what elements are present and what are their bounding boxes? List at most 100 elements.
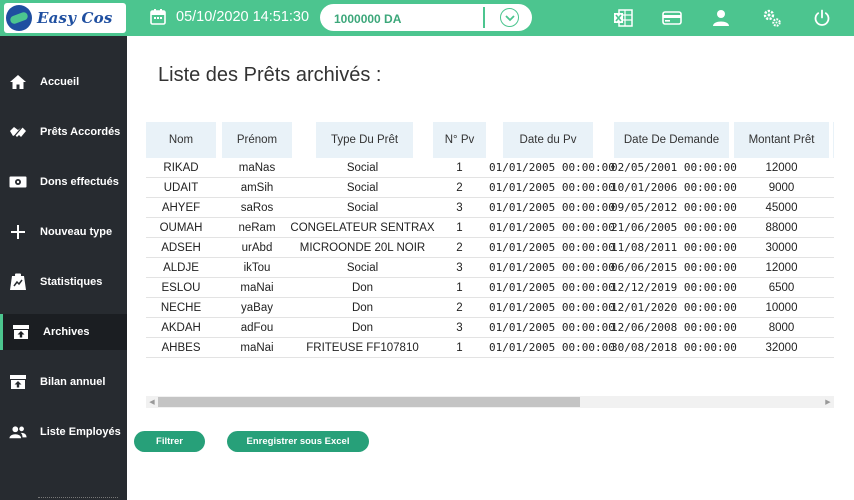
table-row[interactable]: ESLOU maNai Don 1 01/01/2005 00:00:00 12/12/2… bbox=[146, 278, 834, 298]
table-cell-datepv: 01/01/2005 00:00:00 bbox=[489, 161, 615, 174]
table-cell-datepv: 01/01/2005 00:00:00 bbox=[489, 221, 615, 234]
plus-icon bbox=[9, 223, 27, 241]
sidebar-item-label: Liste Employés bbox=[40, 426, 121, 438]
sidebar-item-statistiques[interactable]: Statistiques bbox=[0, 264, 127, 300]
table-cell-montant: 88000 bbox=[765, 222, 798, 234]
table-row[interactable]: OUMAH neRam CONGELATEUR SENTRAX 1 01/01/2005… bbox=[146, 218, 834, 238]
card-icon[interactable] bbox=[662, 8, 682, 28]
app-window: Easy Cos 05/10/2020 14:51:30 1000000 DA bbox=[0, 0, 854, 500]
column-header-date-pv[interactable]: Date du Pv bbox=[503, 122, 593, 158]
filter-button[interactable]: Filtrer bbox=[134, 431, 205, 452]
table-cell-nom: AHBES bbox=[161, 342, 201, 354]
table-row[interactable]: RIKAD maNas Social 1 01/01/2005 00:00:00 02/0… bbox=[146, 158, 834, 178]
table-cell-datepv: 01/01/2005 00:00:00 bbox=[489, 201, 615, 214]
table-cell-datedem: 12/06/2008 00:00:00 bbox=[611, 321, 737, 334]
table-cell-type: Don bbox=[351, 302, 374, 314]
table-cell-datedem: 21/06/2005 00:00:00 bbox=[611, 221, 737, 234]
chart-icon bbox=[9, 273, 27, 291]
current-datetime: 05/10/2020 14:51:30 bbox=[176, 9, 310, 25]
table-cell-datepv: 01/01/2005 00:00:00 bbox=[489, 321, 615, 334]
table-cell-nom: NECHE bbox=[160, 302, 202, 314]
column-header-date-demande[interactable]: Date De Demande bbox=[614, 122, 729, 158]
export-excel-button[interactable]: Enregistrer sous Excel bbox=[227, 431, 369, 452]
table-row[interactable]: ALDJE ikTou Social 3 01/01/2005 00:00:00 06/0… bbox=[146, 258, 834, 278]
table-row[interactable]: AHYEF saRos Social 3 01/01/2005 00:00:00 09/0… bbox=[146, 198, 834, 218]
table-cell-npv: 1 bbox=[456, 282, 463, 294]
horizontal-scrollbar[interactable]: ◀ ▶ bbox=[146, 396, 834, 408]
sidebar-item-bilan-annuel[interactable]: Bilan annuel bbox=[0, 364, 127, 400]
table-cell-montant: 9000 bbox=[768, 182, 795, 194]
table-row[interactable]: AHBES maNai FRITEUSE FF107810 1 01/01/2005 0… bbox=[146, 338, 834, 358]
sidebar-item-label: Dons effectués bbox=[40, 176, 119, 188]
sidebar-item-dons-effectues[interactable]: Dons effectués bbox=[0, 164, 127, 200]
money-icon bbox=[9, 173, 27, 191]
sidebar-item-label: Nouveau type bbox=[40, 226, 113, 238]
table-cell-type: Social bbox=[346, 182, 379, 194]
table-row[interactable]: ADSEH urAbd MICROONDE 20L NOIR 2 01/01/2005 … bbox=[146, 238, 834, 258]
table-cell-montant: 10000 bbox=[765, 302, 798, 314]
table-cell-type: FRITEUSE FF107810 bbox=[306, 342, 419, 354]
column-header-prenom[interactable]: Prénom bbox=[222, 122, 292, 158]
top-bar: Easy Cos 05/10/2020 14:51:30 1000000 DA bbox=[0, 0, 854, 36]
excel-icon[interactable] bbox=[613, 8, 633, 28]
column-header-npv[interactable]: N° Pv bbox=[433, 122, 486, 158]
home-icon bbox=[9, 73, 27, 91]
brand-logo[interactable]: Easy Cos bbox=[4, 3, 126, 33]
table-cell-montant: 6500 bbox=[768, 282, 795, 294]
settings-icon[interactable] bbox=[762, 8, 782, 28]
table-cell-datepv: 01/01/2005 00:00:00 bbox=[489, 281, 615, 294]
table-cell-montant: 12000 bbox=[765, 262, 798, 274]
table-cell-datedem: 06/06/2015 00:00:00 bbox=[611, 261, 737, 274]
table-cell-type: Social bbox=[346, 202, 379, 214]
table-cell-datepv: 01/01/2005 00:00:00 bbox=[489, 241, 615, 254]
sidebar-item-nouveau-type[interactable]: Nouveau type bbox=[0, 214, 127, 250]
table-cell-nom: OUMAH bbox=[159, 222, 203, 234]
table-cell-nom: ESLOU bbox=[161, 282, 201, 294]
table-cell-montant: 45000 bbox=[765, 202, 798, 214]
archived-loans-table: Nom Prénom Type Du Prêt N° Pv Date du Pv… bbox=[146, 122, 834, 362]
table-cell-datepv: 01/01/2005 00:00:00 bbox=[489, 301, 615, 314]
table-row[interactable]: NECHE yaBay Don 2 01/01/2005 00:00:00 12/01/2… bbox=[146, 298, 834, 318]
scroll-right-arrow-icon[interactable]: ▶ bbox=[822, 396, 834, 408]
user-icon[interactable] bbox=[711, 8, 731, 28]
balance-value: 1000000 DA bbox=[334, 12, 402, 26]
scroll-left-arrow-icon[interactable]: ◀ bbox=[146, 396, 158, 408]
table-cell-datedem: 12/12/2019 00:00:00 bbox=[611, 281, 737, 294]
handshake-icon bbox=[9, 123, 27, 141]
column-header-nom[interactable]: Nom bbox=[146, 122, 216, 158]
table-cell-nom: UDAIT bbox=[163, 182, 199, 194]
table-cell-datedem: 09/05/2012 00:00:00 bbox=[611, 201, 737, 214]
people-icon bbox=[9, 423, 27, 441]
sidebar-item-archives[interactable]: Archives bbox=[0, 314, 127, 350]
handshake-logo-icon bbox=[6, 5, 32, 31]
column-header-type[interactable]: Type Du Prêt bbox=[316, 122, 413, 158]
table-cell-npv: 1 bbox=[456, 342, 463, 354]
sidebar-item-label: Bilan annuel bbox=[40, 376, 106, 388]
table-cell-npv: 1 bbox=[456, 222, 463, 234]
power-icon[interactable] bbox=[812, 8, 832, 28]
calendar-icon bbox=[150, 8, 166, 25]
scrollbar-thumb[interactable] bbox=[158, 397, 580, 407]
sidebar-item-accueil[interactable]: Accueil bbox=[0, 64, 127, 100]
balance-separator bbox=[483, 7, 485, 28]
table-row[interactable]: UDAIT amSih Social 2 01/01/2005 00:00:00 10/0… bbox=[146, 178, 834, 198]
table-cell-datepv: 01/01/2005 00:00:00 bbox=[489, 181, 615, 194]
chevron-down-icon[interactable] bbox=[500, 8, 519, 27]
table-cell-datedem: 11/08/2011 00:00:00 bbox=[611, 241, 737, 254]
table-cell-montant: 12000 bbox=[765, 162, 798, 174]
table-cell-type: Don bbox=[351, 282, 374, 294]
table-row[interactable]: AKDAH adFou Don 3 01/01/2005 00:00:00 12/06/2… bbox=[146, 318, 834, 338]
sidebar-item-label: Prêts Accordés bbox=[40, 126, 121, 138]
sidebar-item-prets-accordes[interactable]: Prêts Accordés bbox=[0, 114, 127, 150]
table-cell-montant: 32000 bbox=[765, 342, 798, 354]
table-cell-type: Social bbox=[346, 162, 379, 174]
column-header-montant[interactable]: Montant Prêt bbox=[734, 122, 829, 158]
table-cell-nom: AKDAH bbox=[161, 322, 201, 334]
balance-select[interactable]: 1000000 DA bbox=[320, 4, 532, 31]
sidebar-item-liste-employes[interactable]: Liste Employés bbox=[0, 414, 127, 450]
table-cell-npv: 3 bbox=[456, 262, 463, 274]
table-cell-type: MICROONDE 20L NOIR bbox=[299, 242, 426, 254]
table-cell-nom: AHYEF bbox=[161, 202, 201, 214]
table-cell-npv: 2 bbox=[456, 302, 463, 314]
table-cell-datepv: 01/01/2005 00:00:00 bbox=[489, 341, 615, 354]
